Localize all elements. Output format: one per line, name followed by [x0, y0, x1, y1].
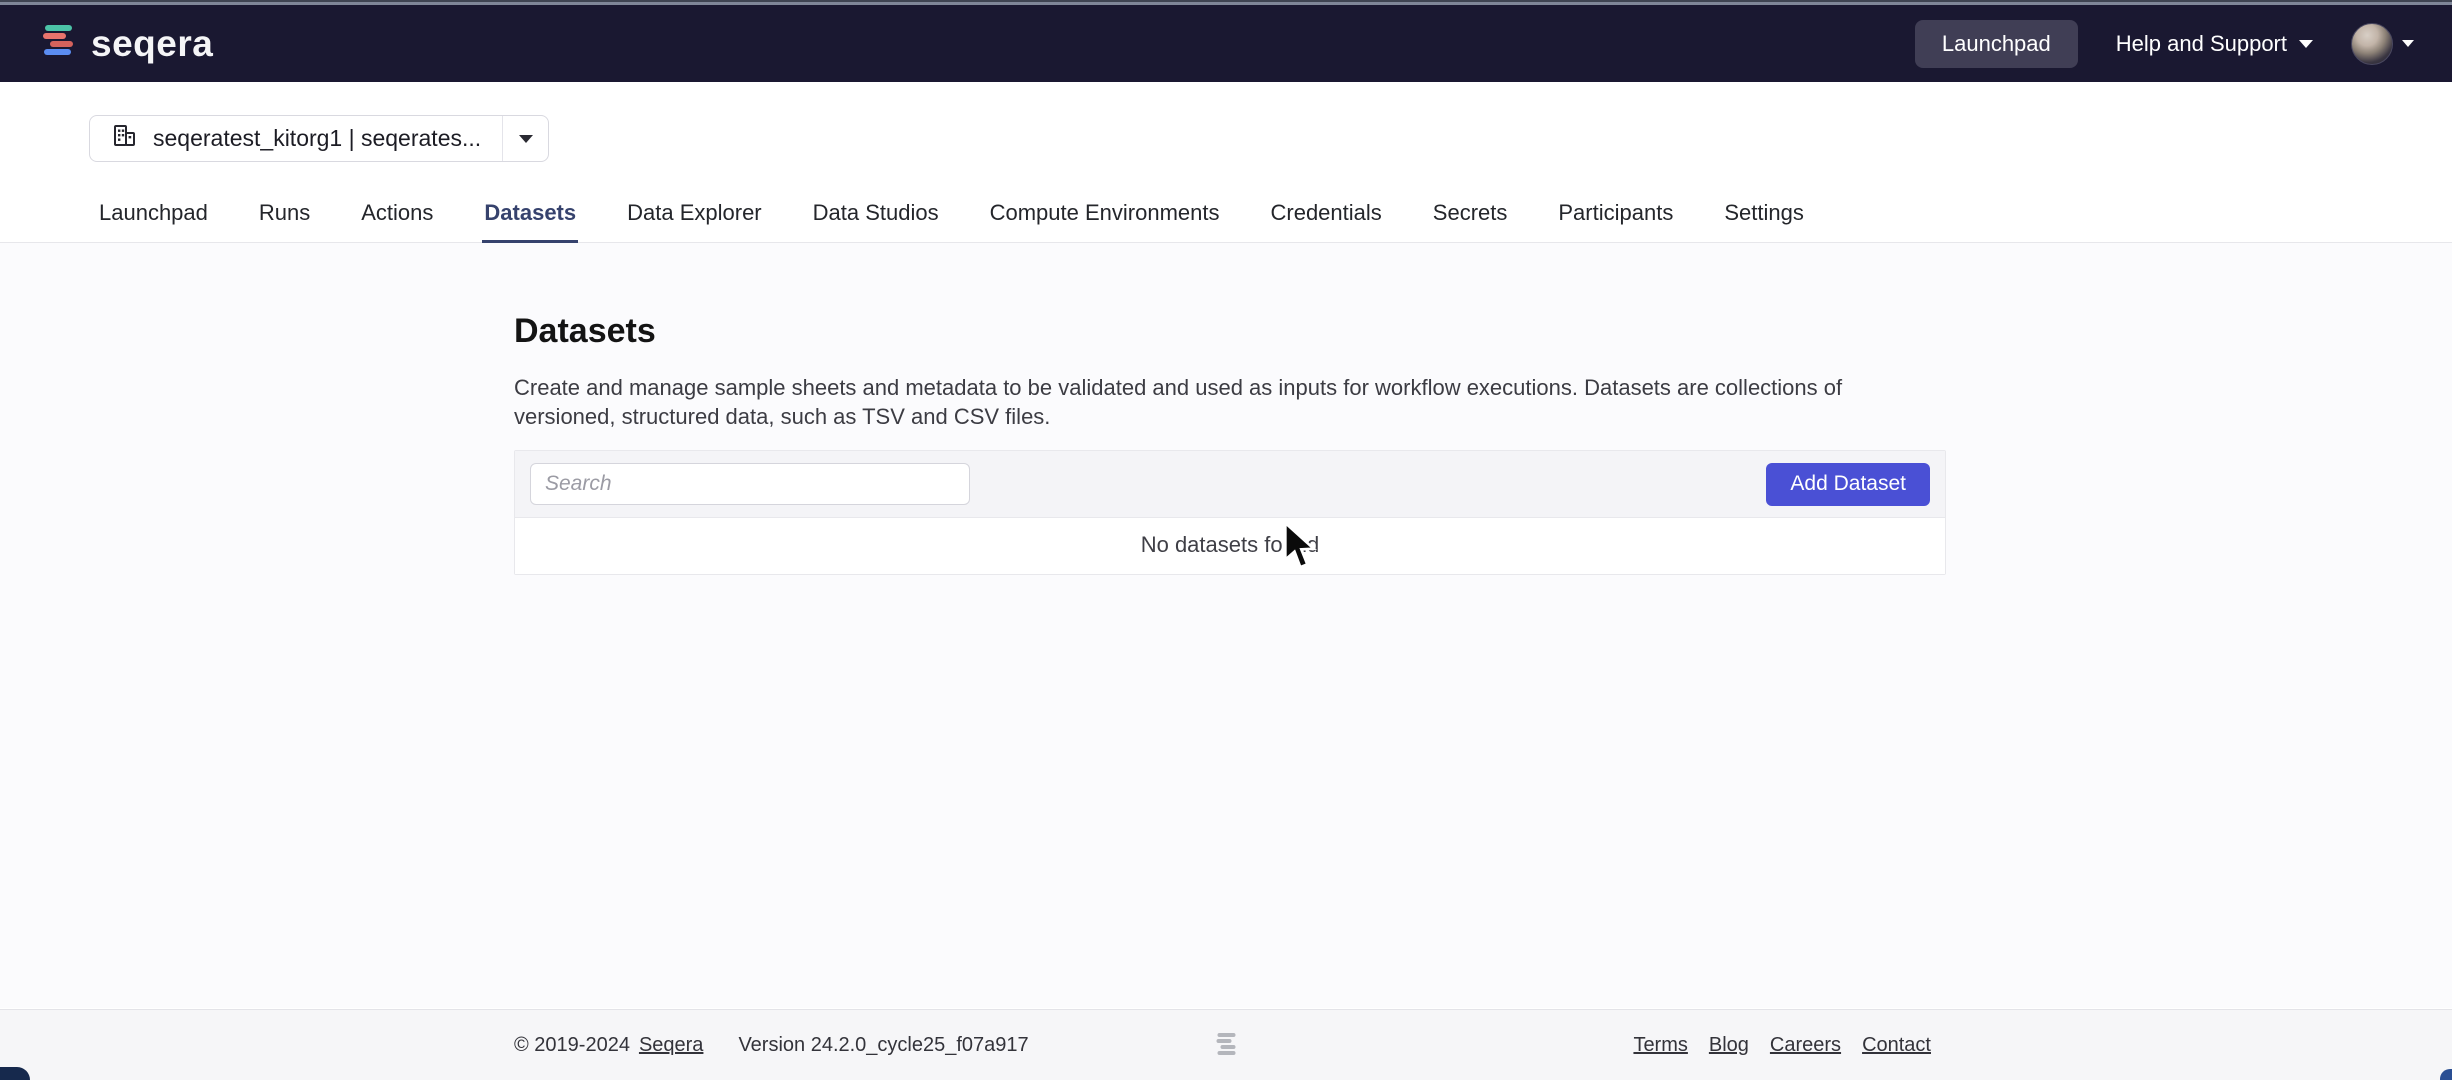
tab-launchpad[interactable]: Launchpad: [97, 188, 210, 243]
page-description: Create and manage sample sheets and meta…: [514, 373, 1946, 431]
brand-logo[interactable]: seqera: [38, 21, 213, 66]
footer-link-blog[interactable]: Blog: [1709, 1034, 1749, 1057]
footer-link-seqera[interactable]: Seqera: [639, 1034, 704, 1057]
add-dataset-button[interactable]: Add Dataset: [1766, 463, 1930, 506]
tab-data-studios[interactable]: Data Studios: [811, 188, 941, 243]
chevron-down-icon: [2299, 40, 2313, 48]
user-menu[interactable]: [2351, 23, 2414, 65]
empty-state-message: No datasets found: [515, 517, 1945, 574]
tab-compute-environments[interactable]: Compute Environments: [988, 188, 1222, 243]
copyright-text: © 2019-2024: [514, 1034, 630, 1057]
tab-secrets[interactable]: Secrets: [1431, 188, 1510, 243]
seqera-footer-logo-icon: [1213, 1030, 1240, 1060]
footer-link-contact[interactable]: Contact: [1862, 1034, 1931, 1057]
datasets-toolbar: Add Dataset: [515, 451, 1945, 517]
workspace-header: seqeratest_kitorg1 | seqerates... Launch…: [0, 82, 2452, 243]
workspace-selector-dropdown[interactable]: [502, 116, 548, 161]
brand-wordmark: seqera: [91, 23, 213, 65]
page-title: Datasets: [514, 312, 1946, 351]
workspace-selector-label: seqeratest_kitorg1 | seqerates...: [153, 125, 481, 152]
launchpad-button[interactable]: Launchpad: [1915, 20, 2078, 68]
tab-actions[interactable]: Actions: [359, 188, 435, 243]
version-text: Version 24.2.0_cycle25_f07a917: [738, 1034, 1028, 1057]
chevron-down-icon: [519, 135, 533, 143]
page-footer: © 2019-2024 Seqera Version 24.2.0_cycle2…: [0, 1009, 2452, 1080]
top-navbar: seqera Launchpad Help and Support: [0, 5, 2452, 82]
tab-datasets[interactable]: Datasets: [482, 188, 578, 243]
search-input[interactable]: [530, 463, 970, 505]
workspace-tabs: Launchpad Runs Actions Datasets Data Exp…: [0, 188, 2452, 243]
tab-participants[interactable]: Participants: [1556, 188, 1675, 243]
footer-link-terms[interactable]: Terms: [1633, 1034, 1687, 1057]
footer-link-careers[interactable]: Careers: [1770, 1034, 1841, 1057]
main-content: Datasets Create and manage sample sheets…: [0, 243, 2452, 1008]
organization-building-icon: [111, 122, 138, 155]
tab-runs[interactable]: Runs: [257, 188, 312, 243]
user-avatar: [2351, 23, 2393, 65]
tab-credentials[interactable]: Credentials: [1269, 188, 1384, 243]
datasets-panel: Add Dataset No datasets found: [514, 450, 1946, 575]
tab-settings[interactable]: Settings: [1722, 188, 1806, 243]
tab-data-explorer[interactable]: Data Explorer: [625, 188, 764, 243]
seqera-logo-icon: [38, 21, 78, 66]
help-menu-label: Help and Support: [2116, 31, 2287, 57]
chevron-down-icon: [2402, 40, 2414, 47]
help-and-support-menu[interactable]: Help and Support: [2116, 31, 2313, 57]
workspace-selector[interactable]: seqeratest_kitorg1 | seqerates...: [89, 115, 549, 162]
